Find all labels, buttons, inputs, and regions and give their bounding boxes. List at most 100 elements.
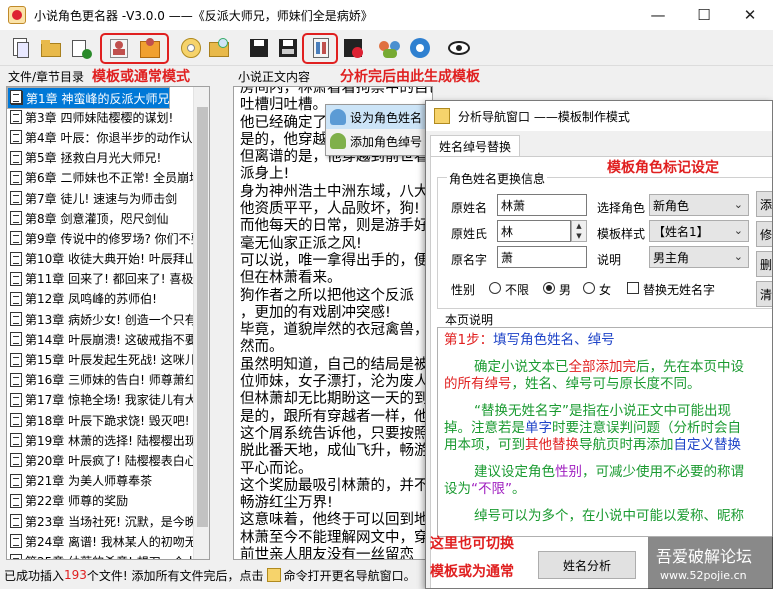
minimize-button[interactable]: — bbox=[635, 0, 681, 30]
roles-icon[interactable] bbox=[377, 35, 403, 61]
save-as-icon[interactable] bbox=[275, 35, 301, 61]
list-item[interactable]: 第17章 惊艳全场! 我家徒儿有大帝 bbox=[7, 390, 209, 410]
list-item[interactable]: 第7章 徒儿! 速速与为师击剑 bbox=[7, 188, 209, 208]
chapter-scroll-thumb[interactable] bbox=[197, 107, 208, 527]
replace-no-surname-checkbox[interactable] bbox=[627, 282, 639, 294]
switch-here-annotation: 这里也可切换 bbox=[430, 536, 514, 552]
list-item[interactable]: 第18章 叶辰下跪求饶! 毁灭吧! 辛 bbox=[7, 410, 209, 430]
about-icon[interactable] bbox=[446, 35, 472, 61]
side-button-delete[interactable]: 删 bbox=[756, 251, 772, 277]
desc-text: “替换无姓名字”是指在小说正文中可能出现 bbox=[474, 403, 731, 419]
list-item[interactable]: 第24章 离谱! 我林某人的初吻无了 bbox=[7, 531, 209, 551]
template-style-dropdown[interactable]: 【姓名1】 ⌄ bbox=[649, 220, 749, 242]
list-item[interactable]: 第13章 病娇少女! 创造一个只有 bbox=[7, 309, 209, 329]
analysis-wizard-window: 分析导航窗口 ——模板制作模式 姓名绰号替换 角色姓名更换信息 原姓名 林萧 原… bbox=[425, 100, 773, 589]
list-item[interactable]: 第8章 剑意灌顶，咫尺剑仙 bbox=[7, 208, 209, 228]
chapter-title: 第22章 师尊的奖励 bbox=[25, 494, 129, 509]
watermark-line2: www.52pojie.cn bbox=[660, 569, 747, 582]
template-style-value: 【姓名1】 bbox=[653, 224, 709, 239]
list-item[interactable]: 第14章 叶辰崩溃! 这破戒指不要也 bbox=[7, 329, 209, 349]
new-file-icon[interactable] bbox=[8, 35, 34, 61]
side-button-edit[interactable]: 修 bbox=[756, 221, 772, 247]
list-item[interactable]: 第3章 四师妹陆樱樱的谋划! bbox=[7, 107, 209, 127]
novel-line: 这意味着，他终于可以回到地 bbox=[240, 512, 429, 529]
disk-scan-icon[interactable] bbox=[178, 35, 204, 61]
step-text: 填写角色姓名、绰号 bbox=[493, 332, 615, 348]
close-button[interactable]: ✕ bbox=[727, 0, 773, 30]
settings-icon[interactable] bbox=[407, 35, 433, 61]
document-icon bbox=[10, 514, 22, 529]
document-icon bbox=[10, 312, 22, 327]
novel-line: 毫无仙家正派之风! bbox=[240, 235, 362, 252]
list-item[interactable]: 第6章 二师妹也不正常! 全员崩坏 bbox=[7, 168, 209, 188]
status-bar: 已成功插入 193 个文件! 添加所有文件完后，点击 命令打开更名导航窗口。 bbox=[0, 563, 430, 587]
list-item[interactable]: 第22章 师尊的奖励 bbox=[7, 491, 209, 511]
folder-search-icon[interactable] bbox=[206, 35, 232, 61]
document-icon bbox=[10, 352, 22, 367]
chapter-title: 第11章 回来了! 都回来了! 喜极而 bbox=[25, 272, 206, 287]
add-file-icon[interactable] bbox=[68, 35, 94, 61]
wizard-title: 分析导航窗口 ——模板制作模式 bbox=[458, 109, 630, 124]
novel-line: 但在林萧看来。 bbox=[240, 270, 342, 287]
desc-text: 单字 bbox=[525, 420, 552, 436]
orig-surname-input[interactable]: 林 bbox=[497, 220, 571, 242]
novel-text[interactable]: 房间内，林萧看着拘禁中的自己，勿当已经吐槽归吐槽。他已经确定了自己的身份——是的… bbox=[233, 86, 433, 560]
chapter-title: 第9章 传说中的修罗场? 你们不要 bbox=[25, 231, 203, 246]
gender-any-radio[interactable] bbox=[489, 282, 501, 294]
gender-label: 性别 bbox=[451, 283, 476, 297]
desc-text: 绰号可以为多个，在小说中可能以爱称、昵称 bbox=[474, 508, 744, 524]
select-role-label: 选择角色 bbox=[597, 201, 646, 215]
list-item[interactable]: 第11章 回来了! 都回来了! 喜极而 bbox=[7, 269, 209, 289]
gender-male-label: 男 bbox=[559, 283, 572, 297]
replace-no-surname-label: 替换无姓名字 bbox=[643, 283, 716, 297]
orig-given-input[interactable]: 萧 bbox=[497, 246, 587, 268]
chapter-list[interactable]: 第1章 神蛮峰的反派大师兄第2章 琴心剑魄楚幼薇第3章 四师妹陆樱樱的谋划!第4… bbox=[6, 86, 210, 560]
maximize-button[interactable]: ☐ bbox=[681, 0, 727, 30]
gender-female-radio[interactable] bbox=[583, 282, 595, 294]
list-item[interactable]: 第19章 林萧的选择! 陆樱樱出现! bbox=[7, 430, 209, 450]
novel-line: 虽然明知道，自己的结局是被 bbox=[240, 356, 429, 373]
surname-spinner[interactable]: ▲ ▼ bbox=[571, 220, 587, 242]
chapter-scrollbar[interactable] bbox=[193, 87, 209, 559]
novel-line: 这个屑系统告诉他，只要按照 bbox=[240, 425, 429, 442]
list-item[interactable]: 第9章 传说中的修罗场? 你们不要 bbox=[7, 228, 209, 248]
explain-dropdown[interactable]: 男主角 ⌄ bbox=[649, 246, 749, 268]
open-folder-icon[interactable] bbox=[38, 35, 64, 61]
list-item[interactable]: 第5章 拯救白月光大师兄! bbox=[7, 148, 209, 168]
document-icon bbox=[10, 392, 22, 407]
side-button-clear[interactable]: 清 bbox=[756, 281, 772, 307]
orig-given-label: 原名字 bbox=[451, 253, 488, 267]
list-item[interactable]: 第1章 神蛮峰的反派大师兄 bbox=[7, 87, 171, 109]
novel-line: 派身上! bbox=[240, 166, 290, 183]
document-icon bbox=[10, 453, 22, 468]
template-mode-highlight bbox=[100, 33, 169, 64]
list-item[interactable]: 第16章 三师妹的告白! 师尊萧红绡 bbox=[7, 370, 209, 390]
list-item[interactable]: 第15章 叶辰发起生死战! 这咪儿纠 bbox=[7, 349, 209, 369]
chapter-title: 第10章 收徒大典开始! 叶辰拜山 bbox=[25, 252, 197, 267]
menu-item-add-role-title[interactable]: 添加角色绰号 bbox=[326, 129, 426, 153]
tab-name-replace[interactable]: 姓名绰号替换 bbox=[430, 135, 520, 157]
chevron-down-icon: ⌄ bbox=[733, 198, 743, 211]
desc-text: 其他替换 bbox=[525, 437, 579, 453]
desc-text: 导航页时再添加 bbox=[579, 437, 674, 453]
explain-label: 说明 bbox=[597, 253, 622, 267]
list-item[interactable]: 第25章 幼薇的杀意! 想刀一个人的 bbox=[7, 551, 209, 559]
gender-male-radio[interactable] bbox=[543, 282, 555, 294]
save-icon[interactable] bbox=[246, 35, 272, 61]
list-item[interactable]: 第10章 收徒大典开始! 叶辰拜山 bbox=[7, 249, 209, 269]
title-bar: 小说角色更名器 -V3.0.0 ——《反派大师兄，师妹们全是病娇》 — ☐ ✕ bbox=[0, 0, 773, 30]
desc-text: 设为 bbox=[444, 481, 471, 497]
chevron-down-icon: ⌄ bbox=[733, 250, 743, 263]
export-icon[interactable] bbox=[340, 35, 366, 61]
list-item[interactable]: 第4章 叶辰：你退半步的动作认真 bbox=[7, 127, 209, 147]
list-item[interactable]: 第12章 凤鸣峰的苏师伯! bbox=[7, 289, 209, 309]
select-role-dropdown[interactable]: 新角色 ⌄ bbox=[649, 194, 749, 216]
orig-name-input[interactable]: 林萧 bbox=[497, 194, 587, 216]
menu-item-set-role-name[interactable]: 设为角色姓名 bbox=[326, 105, 426, 129]
side-button-add[interactable]: 添 bbox=[756, 191, 772, 217]
list-item[interactable]: 第21章 为美人师尊奉茶 bbox=[7, 471, 209, 491]
name-analyze-button[interactable]: 姓名分析 bbox=[538, 551, 636, 579]
list-item[interactable]: 第20章 叶辰疯了! 陆樱樱表白心迹 bbox=[7, 450, 209, 470]
list-item[interactable]: 第23章 当场社死! 沉默，是今晚的 bbox=[7, 511, 209, 531]
chapter-title: 第17章 惊艳全场! 我家徒儿有大帝 bbox=[25, 393, 209, 408]
